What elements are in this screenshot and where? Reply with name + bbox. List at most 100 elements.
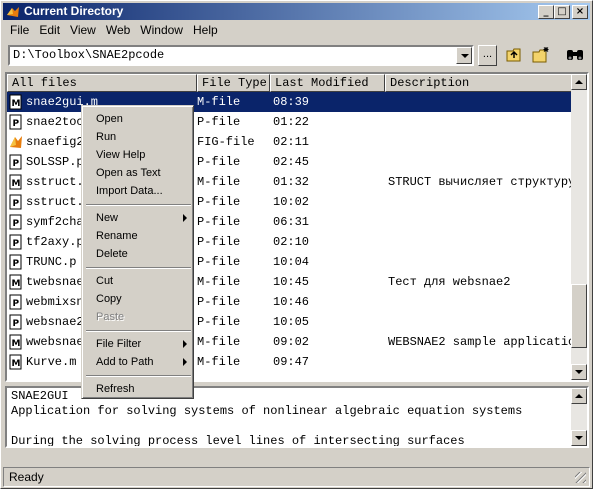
menu-file[interactable]: File: [5, 21, 34, 39]
file-type: P-file: [197, 195, 241, 209]
context-menu-item[interactable]: Cut: [96, 274, 191, 288]
context-menu-item[interactable]: Import Data...: [96, 184, 191, 198]
context-menu-item[interactable]: Refresh: [96, 382, 191, 396]
minimize-button[interactable]: _: [538, 5, 554, 19]
title-bar[interactable]: Current Directory _ □ ×: [3, 3, 590, 20]
file-modified: 10:04: [273, 255, 310, 269]
scroll-thumb[interactable]: [571, 284, 587, 348]
arrow-down-icon: [575, 436, 583, 440]
menu-separator: [86, 375, 191, 377]
path-text[interactable]: D:\Toolbox\SNAE2pcode: [10, 47, 456, 64]
submenu-arrow-icon: [183, 214, 187, 222]
file-list-scrollbar[interactable]: [571, 74, 587, 380]
svg-text:P: P: [13, 199, 20, 209]
status-text: Ready: [9, 470, 44, 484]
column-header-file-type[interactable]: File Type: [197, 74, 270, 92]
m-file-icon: M: [9, 274, 23, 290]
file-type: FIG-file: [197, 135, 255, 149]
scroll-down-button[interactable]: [571, 364, 587, 380]
svg-text:P: P: [13, 119, 20, 129]
menu-separator: [86, 330, 191, 332]
file-modified: 01:32: [273, 175, 310, 189]
context-menu: Open Run View Help Open as Text Import Data.…: [81, 105, 194, 399]
file-modified: 08:39: [273, 95, 310, 109]
menu-edit[interactable]: Edit: [34, 21, 65, 39]
svg-text:M: M: [12, 99, 21, 109]
context-menu-item[interactable]: View Help: [96, 148, 191, 162]
file-type: P-file: [197, 295, 241, 309]
menu-web[interactable]: Web: [101, 21, 135, 39]
window-title: Current Directory: [24, 4, 124, 18]
file-modified: 02:45: [273, 155, 310, 169]
menu-separator: [86, 267, 191, 269]
menu-help[interactable]: Help: [188, 21, 223, 39]
p-file-icon: P: [9, 294, 23, 310]
scroll-up-button[interactable]: [571, 74, 587, 90]
svg-text:P: P: [13, 239, 20, 249]
description-line: Application for solving systems of nonli…: [11, 404, 523, 418]
file-type: M-file: [197, 275, 241, 289]
context-menu-item[interactable]: Delete: [96, 247, 191, 261]
file-type: M-file: [197, 95, 241, 109]
description-scrollbar[interactable]: [571, 388, 587, 446]
file-type: P-file: [197, 315, 241, 329]
p-file-icon: P: [9, 314, 23, 330]
m-file-icon: M: [9, 354, 23, 370]
desc-scroll-down-button[interactable]: [571, 430, 587, 446]
resize-grip-icon[interactable]: [575, 472, 586, 483]
file-type: M-file: [197, 175, 241, 189]
menu-window[interactable]: Window: [135, 21, 188, 39]
file-modified: 02:10: [273, 235, 310, 249]
file-description: STRUCT вычисляет структуру: [388, 175, 574, 189]
file-modified: 10:05: [273, 315, 310, 329]
new-folder-icon[interactable]: [531, 46, 551, 64]
p-file-icon: P: [9, 114, 23, 130]
binoculars-icon[interactable]: [565, 46, 585, 64]
file-list-header: All files File Type Last Modified Descri…: [7, 74, 575, 92]
context-menu-item[interactable]: Open as Text: [96, 166, 191, 180]
chevron-down-icon: [461, 54, 469, 58]
menu-view[interactable]: View: [65, 21, 101, 39]
svg-text:P: P: [13, 319, 20, 329]
svg-text:M: M: [12, 179, 21, 189]
menu-separator: [86, 204, 191, 206]
column-header-last-modified[interactable]: Last Modified: [270, 74, 385, 92]
maximize-button[interactable]: □: [554, 5, 570, 19]
context-menu-item[interactable]: Run: [96, 130, 191, 144]
m-file-icon: M: [9, 334, 23, 350]
context-menu-item[interactable]: Open: [96, 112, 191, 126]
file-type: P-file: [197, 155, 241, 169]
browse-button[interactable]: ...: [478, 45, 497, 66]
m-file-icon: M: [9, 174, 23, 190]
desc-scroll-up-button[interactable]: [571, 388, 587, 404]
arrow-down-icon: [575, 370, 583, 374]
p-file-icon: P: [9, 254, 23, 270]
current-directory-combobox[interactable]: D:\Toolbox\SNAE2pcode: [8, 45, 474, 66]
svg-text:P: P: [13, 259, 20, 269]
file-modified: 09:02: [273, 335, 310, 349]
file-type: P-file: [197, 215, 241, 229]
svg-text:P: P: [13, 219, 20, 229]
arrow-up-icon: [575, 80, 583, 84]
svg-text:M: M: [12, 339, 21, 349]
menu-bar: File Edit View Web Window Help: [5, 21, 223, 39]
context-menu-item[interactable]: Add to Path: [96, 355, 191, 369]
fig-file-icon: [9, 134, 23, 150]
file-type: P-file: [197, 115, 241, 129]
context-menu-item[interactable]: Copy: [96, 292, 191, 306]
file-modified: 02:11: [273, 135, 310, 149]
file-modified: 10:02: [273, 195, 310, 209]
column-header-description[interactable]: Description: [385, 74, 575, 92]
column-header-all-files[interactable]: All files: [7, 74, 197, 92]
context-menu-item[interactable]: Rename: [96, 229, 191, 243]
path-dropdown-button[interactable]: [456, 47, 472, 64]
close-button[interactable]: ×: [572, 5, 588, 19]
file-type: M-file: [197, 355, 241, 369]
context-menu-item[interactable]: New: [96, 211, 191, 225]
svg-text:M: M: [12, 279, 21, 289]
context-menu-item[interactable]: File Filter: [96, 337, 191, 351]
file-type: P-file: [197, 235, 241, 249]
file-modified: 10:46: [273, 295, 310, 309]
current-directory-window: Current Directory _ □ × File Edit View W…: [0, 0, 593, 489]
folder-up-icon[interactable]: [505, 46, 525, 64]
